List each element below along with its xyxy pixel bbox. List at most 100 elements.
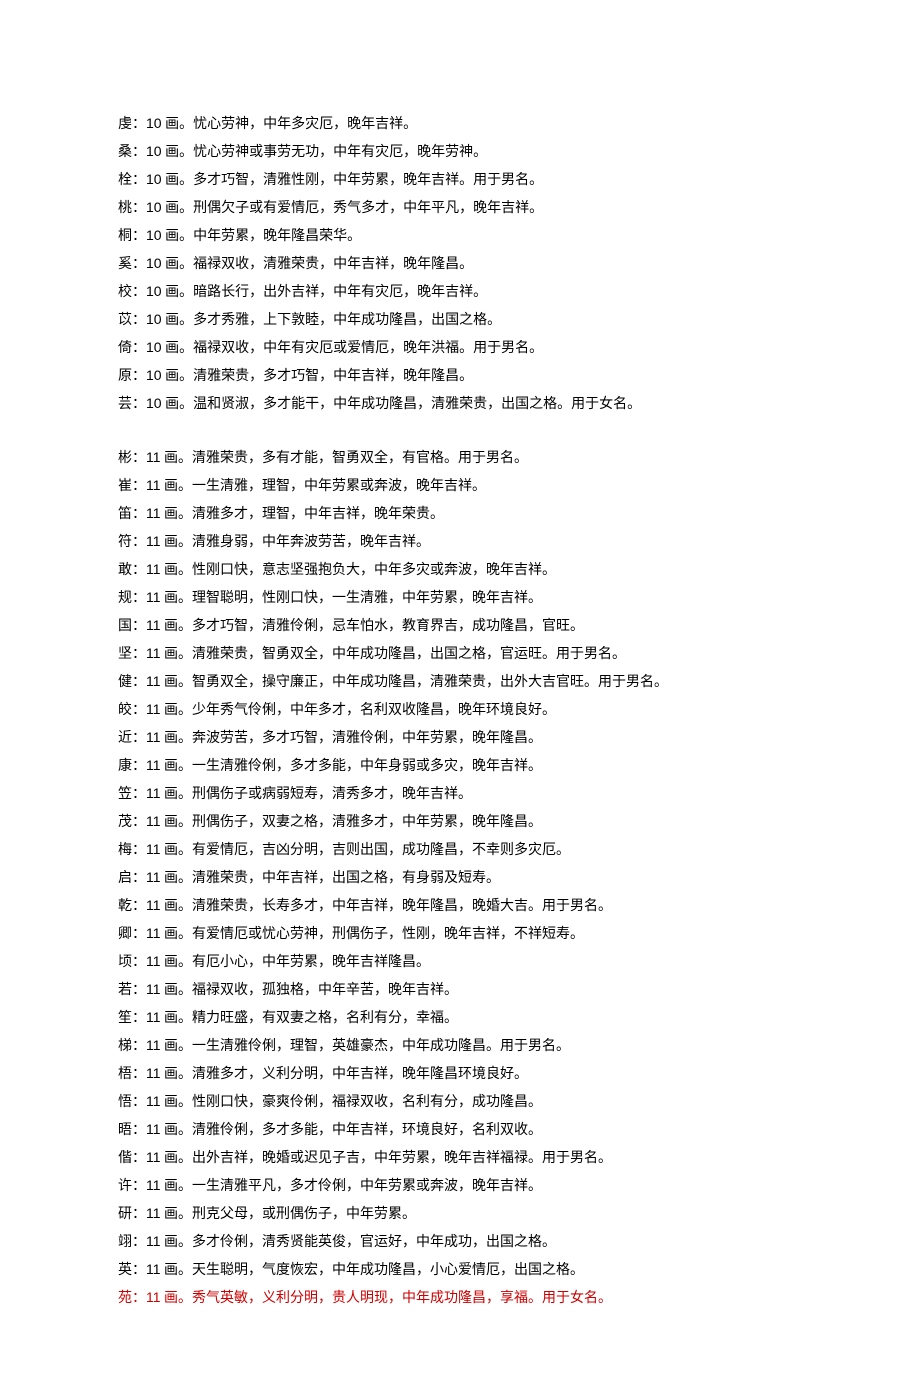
character-entry: 倚：10 画。福禄双收，中年有灾厄或爱情厄，晚年洪福。用于男名。 xyxy=(118,334,802,362)
entry-strokes: 11 xyxy=(146,897,161,913)
character-entry: 校：10 画。暗路长行，出外吉祥，中年有灾厄，晚年吉祥。 xyxy=(118,278,802,306)
entry-strokes: 11 xyxy=(146,673,161,689)
character-entry: 若：11 画。福禄双收，孤独格，中年辛苦，晚年吉祥。 xyxy=(118,976,802,1004)
stroke-label: 画。 xyxy=(161,1263,193,1278)
entry-strokes: 11 xyxy=(146,1177,161,1193)
character-entry: 笠：11 画。刑偶伤子或病弱短寿，清秀多才，晚年吉祥。 xyxy=(118,780,802,808)
entry-strokes: 11 xyxy=(146,533,161,549)
character-entry: 梅：11 画。有爱情厄，吉凶分明，吉则出国，成功隆昌，不幸则多灾厄。 xyxy=(118,836,802,864)
character-entry: 奚：10 画。福禄双收，清雅荣贵，中年吉祥，晚年隆昌。 xyxy=(118,250,802,278)
stroke-label: 画。 xyxy=(161,1011,193,1026)
entry-description: 理智聪明，性刚口快，一生清雅，中年劳累，晚年吉祥。 xyxy=(192,591,542,606)
stroke-label: 画。 xyxy=(162,285,194,300)
character-entry: 芸：10 画。温和贤淑，多才能干，中年成功隆昌，清雅荣贵，出国之格。用于女名。 xyxy=(118,390,802,418)
entry-description: 精力旺盛，有双妻之格，名利有分，幸福。 xyxy=(192,1011,458,1026)
entry-description: 性刚口快，意志坚强抱负大，中年多灾或奔波，晚年吉祥。 xyxy=(192,563,556,578)
stroke-label: 画。 xyxy=(161,535,193,550)
entry-description: 清雅荣贵，长寿多才，中年吉祥，晚年隆昌，晚婚大吉。用于男名。 xyxy=(192,899,612,914)
entry-strokes: 11 xyxy=(146,1121,161,1137)
character-entry: 原：10 画。清雅荣贵，多才巧智，中年吉祥，晚年隆昌。 xyxy=(118,362,802,390)
stroke-label: 画。 xyxy=(161,647,193,662)
entry-strokes: 11 xyxy=(146,1093,161,1109)
entry-strokes: 10 xyxy=(146,255,162,271)
entry-character: 笠： xyxy=(118,787,146,802)
entry-description: 清雅荣贵，中年吉祥，出国之格，有身弱及短寿。 xyxy=(192,871,500,886)
stroke-label: 画。 xyxy=(161,451,193,466)
entry-character: 栓： xyxy=(118,173,146,188)
entry-strokes: 11 xyxy=(146,1233,161,1249)
entry-character: 原： xyxy=(118,369,146,384)
character-entry: 敢：11 画。性刚口快，意志坚强抱负大，中年多灾或奔波，晚年吉祥。 xyxy=(118,556,802,584)
entry-character: 近： xyxy=(118,731,146,746)
character-entry: 晤：11 画。清雅伶俐，多才多能，中年吉祥，环境良好，名利双收。 xyxy=(118,1116,802,1144)
stroke-label: 画。 xyxy=(162,145,194,160)
entry-description: 中年劳累，晚年隆昌荣华。 xyxy=(193,229,361,244)
entry-character: 卿： xyxy=(118,927,146,942)
entry-strokes: 11 xyxy=(146,701,161,717)
entry-description: 暗路长行，出外吉祥，中年有灾厄，晚年吉祥。 xyxy=(193,285,487,300)
entry-strokes: 11 xyxy=(146,1205,161,1221)
stroke-label: 画。 xyxy=(162,341,194,356)
entry-description: 多才伶俐，清秀贤能英俊，官运好，中年成功，出国之格。 xyxy=(192,1235,556,1250)
entry-strokes: 10 xyxy=(146,311,162,327)
entry-character: 乾： xyxy=(118,899,146,914)
stroke-label: 画。 xyxy=(161,619,193,634)
entry-description: 天生聪明，气度恢宏，中年成功隆昌，小心爱情厄，出国之格。 xyxy=(192,1263,584,1278)
stroke-label: 画。 xyxy=(161,675,193,690)
entry-description: 福禄双收，孤独格，中年辛苦，晚年吉祥。 xyxy=(192,983,458,998)
blank-line xyxy=(118,1312,802,1338)
entry-strokes: 11 xyxy=(146,561,161,577)
character-entry: 梯：11 画。一生清雅伶俐，理智，英雄豪杰，中年成功隆昌。用于男名。 xyxy=(118,1032,802,1060)
entry-description: 忧心劳神，中年多灾厄，晚年吉祥。 xyxy=(193,117,417,132)
character-entry: 研：11 画。刑克父母，或刑偶伤子，中年劳累。 xyxy=(118,1200,802,1228)
character-entry: 符：11 画。清雅身弱，中年奔波劳苦，晚年吉祥。 xyxy=(118,528,802,556)
entry-strokes: 10 xyxy=(146,227,162,243)
stroke-label: 画。 xyxy=(161,955,193,970)
entry-character: 顷： xyxy=(118,955,146,970)
character-entry: 翊：11 画。多才伶俐，清秀贤能英俊，官运好，中年成功，出国之格。 xyxy=(118,1228,802,1256)
character-entry: 偕：11 画。出外吉祥，晚婚或迟见子吉，中年劳累，晚年吉祥福禄。用于男名。 xyxy=(118,1144,802,1172)
entry-description: 多才秀雅，上下敦睦，中年成功隆昌，出国之格。 xyxy=(193,313,501,328)
entry-description: 有爱情厄或忧心劳神，刑偶伤子，性刚，晚年吉祥，不祥短寿。 xyxy=(192,927,584,942)
entry-description: 刑偶欠子或有爱情厄，秀气多才，中年平凡，晚年吉祥。 xyxy=(193,201,543,216)
entry-character: 皎： xyxy=(118,703,146,718)
entry-description: 刑克父母，或刑偶伤子，中年劳累。 xyxy=(192,1207,416,1222)
character-entry: 国：11 画。多才巧智，清雅伶俐，忌车怕水，教育界吉，成功隆昌，官旺。 xyxy=(118,612,802,640)
stroke-label: 画。 xyxy=(162,397,194,412)
character-entry: 虔：10 画。忧心劳神，中年多灾厄，晚年吉祥。 xyxy=(118,110,802,138)
entry-character: 崔： xyxy=(118,479,146,494)
entry-character: 梅： xyxy=(118,843,146,858)
entry-strokes: 10 xyxy=(146,199,162,215)
character-entry: 桑：10 画。忧心劳神或事劳无功，中年有灾厄，晚年劳神。 xyxy=(118,138,802,166)
entry-character: 桑： xyxy=(118,145,146,160)
stroke-label: 画。 xyxy=(161,787,193,802)
entry-strokes: 11 xyxy=(146,1009,161,1025)
entry-description: 清雅多才，理智，中年吉祥，晚年荣贵。 xyxy=(192,507,444,522)
entry-character: 敢： xyxy=(118,563,146,578)
entry-strokes: 11 xyxy=(146,757,161,773)
entry-strokes: 11 xyxy=(146,589,161,605)
character-entry: 彬：11 画。清雅荣贵，多有才能，智勇双全，有官格。用于男名。 xyxy=(118,444,802,472)
entry-character: 健： xyxy=(118,675,146,690)
entry-description: 少年秀气伶俐，中年多才，名利双收隆昌，晚年环境良好。 xyxy=(192,703,556,718)
entry-description: 刑偶伤子，双妻之格，清雅多才，中年劳累，晚年隆昌。 xyxy=(192,815,542,830)
character-entry: 康：11 画。一生清雅伶俐，多才多能，中年身弱或多灾，晚年吉祥。 xyxy=(118,752,802,780)
entry-character: 校： xyxy=(118,285,146,300)
entry-strokes: 10 xyxy=(146,339,162,355)
character-entry: 笛：11 画。清雅多才，理智，中年吉祥，晚年荣贵。 xyxy=(118,500,802,528)
stroke-label: 画。 xyxy=(162,257,194,272)
stroke-label: 画。 xyxy=(161,927,193,942)
character-entry: 苡：10 画。多才秀雅，上下敦睦，中年成功隆昌，出国之格。 xyxy=(118,306,802,334)
entry-strokes: 10 xyxy=(146,115,162,131)
section-spacer xyxy=(118,418,802,444)
character-entry: 许：11 画。一生清雅平凡，多才伶俐，中年劳累或奔波，晚年吉祥。 xyxy=(118,1172,802,1200)
stroke-label: 画。 xyxy=(161,983,193,998)
entry-strokes: 11 xyxy=(146,925,161,941)
entry-character: 许： xyxy=(118,1179,146,1194)
entry-strokes: 11 xyxy=(146,449,161,465)
character-entry: 桐：10 画。中年劳累，晚年隆昌荣华。 xyxy=(118,222,802,250)
stroke-label: 画。 xyxy=(161,591,193,606)
character-entry: 崔：11 画。一生清雅，理智，中年劳累或奔波，晚年吉祥。 xyxy=(118,472,802,500)
entry-strokes: 11 xyxy=(146,1261,161,1277)
stroke-label: 画。 xyxy=(161,731,193,746)
